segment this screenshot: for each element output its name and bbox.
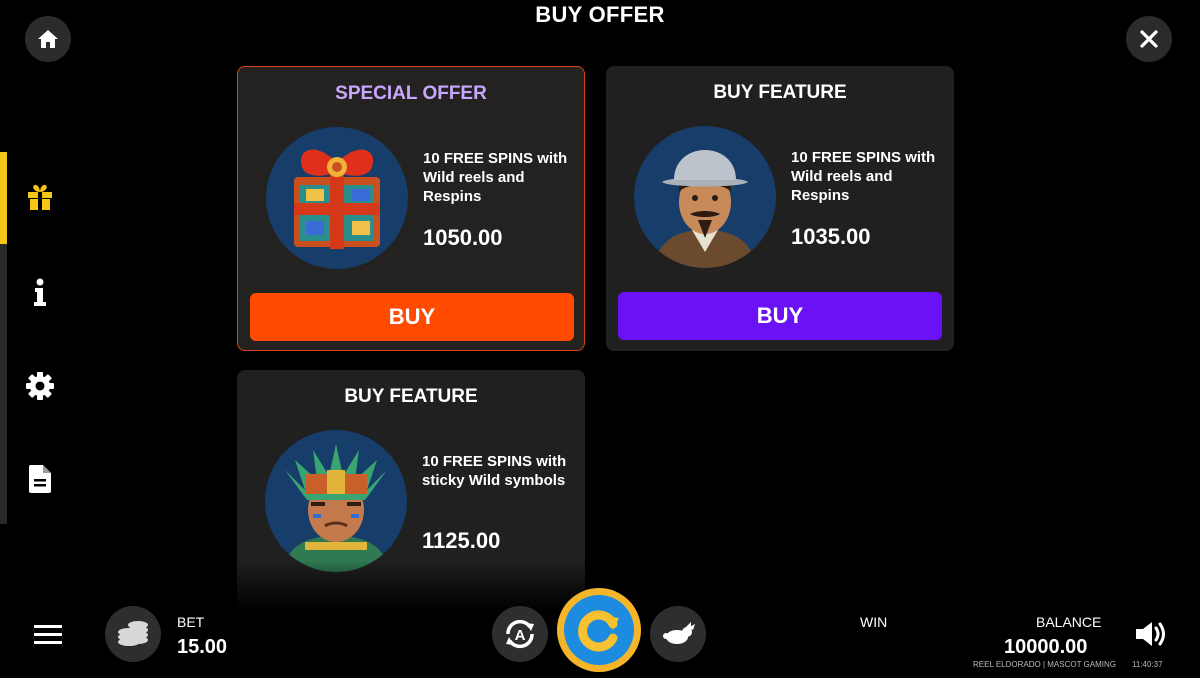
balance-label: BALANCE (1036, 614, 1102, 630)
offer-description: 10 FREE SPINS with Wild reels and Respin… (791, 149, 936, 204)
offer-price: 1035.00 (791, 224, 871, 249)
clock: 11:40:37 (1132, 660, 1163, 669)
gift-box-image (266, 127, 408, 269)
rabbit-icon (663, 622, 695, 644)
sidebar-item-info[interactable] (24, 276, 56, 308)
game-credits: REEL ELDORADO | MASCOT GAMING (973, 660, 1116, 669)
offer-description: 10 FREE SPINS with Wild reels and Respin… (423, 150, 568, 205)
coins-icon (118, 621, 148, 646)
offer-title: SPECIAL OFFER (335, 83, 487, 104)
win-label: WIN (860, 614, 888, 630)
buy-special-offer-button[interactable]: BUY (250, 293, 574, 341)
offer-title: BUY FEATURE (344, 386, 478, 407)
balance-value: 10000.00 (1004, 636, 1088, 658)
hamburger-icon (34, 625, 62, 644)
turbo-button[interactable] (650, 606, 706, 662)
bet-value: 15.00 (177, 636, 228, 658)
offer-card-feature-1[interactable]: BUY FEATURE 10 FREE SPINS with Wild reel… (606, 66, 954, 351)
home-icon (38, 30, 58, 48)
offer-price: 1050.00 (423, 225, 503, 250)
sidebar-item-buy-offer[interactable] (24, 181, 56, 213)
gift-icon (28, 184, 52, 210)
sidebar-active-indicator (0, 152, 7, 244)
scroll-fade (220, 560, 620, 610)
spin-button[interactable] (557, 588, 641, 672)
page-title: BUY OFFER (535, 2, 665, 27)
offer-title: BUY FEATURE (713, 82, 847, 103)
autoplay-button[interactable]: A (492, 606, 548, 662)
sidebar-item-settings[interactable] (24, 370, 56, 402)
conquistador-image (634, 126, 776, 268)
sidebar-item-paytable[interactable] (24, 463, 56, 495)
offer-card-special[interactable]: SPECIAL OFFER 10 FREE SPINS with Wild re… (237, 66, 585, 351)
document-icon (29, 465, 51, 493)
close-button[interactable] (1126, 16, 1172, 62)
offer-price: 1125.00 (422, 528, 501, 553)
home-button[interactable] (25, 16, 71, 62)
spin-icon (578, 610, 619, 652)
speaker-icon (1136, 622, 1165, 646)
gear-icon (26, 372, 54, 400)
bet-label: BET (177, 614, 205, 630)
info-icon (34, 278, 46, 306)
autoplay-icon: A (506, 619, 534, 649)
svg-text:A: A (515, 627, 526, 644)
offer-description: 10 FREE SPINS with sticky Wild symbols (422, 453, 567, 489)
menu-button[interactable] (34, 624, 62, 651)
buy-feature-button[interactable]: BUY (618, 292, 942, 340)
close-icon (1140, 30, 1158, 48)
sound-button[interactable] (1134, 620, 1168, 653)
bet-button[interactable] (105, 606, 161, 662)
aztec-warrior-image (265, 430, 407, 572)
